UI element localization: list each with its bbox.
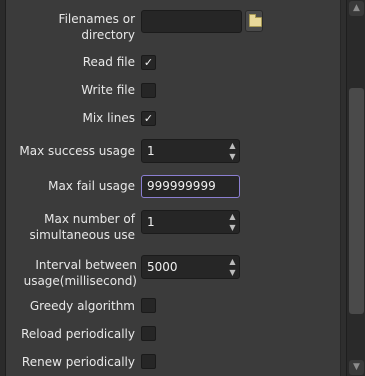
scroll-up-button[interactable]: ▲ (349, 1, 364, 16)
max-simul-label: Max number of simultaneous use (20, 211, 135, 243)
arrow-down-icon: ▼ (353, 362, 360, 372)
max-fail-value: 999999999 (147, 179, 216, 193)
max-simul-value: 1 (147, 215, 155, 229)
checkmark-icon: ✓ (143, 112, 154, 125)
spin-down-icon[interactable]: ▼ (226, 151, 239, 162)
max-fail-label: Max fail usage (48, 179, 135, 193)
interval-spinbox[interactable]: 5000 ▲ ▼ (141, 255, 240, 279)
mix-lines-label: Mix lines (82, 111, 135, 125)
arrow-up-icon: ▲ (353, 3, 360, 13)
renew-checkbox[interactable] (141, 354, 156, 369)
spin-up-icon[interactable]: ▲ (226, 140, 239, 151)
reload-checkbox[interactable] (141, 326, 156, 341)
filenames-input[interactable] (141, 10, 242, 33)
read-file-label: Read file (82, 55, 135, 69)
max-success-value: 1 (147, 144, 155, 158)
max-success-label: Max success usage (19, 144, 135, 158)
max-success-spinbox[interactable]: 1 ▲ ▼ (141, 139, 240, 163)
left-border (0, 0, 6, 376)
max-simul-label-line1: Max number of (44, 212, 135, 226)
interval-value: 5000 (147, 260, 178, 274)
checkmark-icon: ✓ (143, 56, 154, 69)
browse-folder-button[interactable] (245, 10, 263, 32)
write-file-label: Write file (81, 83, 135, 97)
max-simul-spinbox[interactable]: 1 ▲ ▼ (141, 210, 240, 234)
write-file-checkbox[interactable] (141, 83, 156, 98)
spin-up-icon[interactable]: ▲ (226, 211, 239, 222)
mix-lines-checkbox[interactable]: ✓ (141, 111, 156, 126)
read-file-checkbox[interactable]: ✓ (141, 55, 156, 70)
spin-down-icon[interactable]: ▼ (226, 267, 239, 278)
max-simul-label-line2: simultaneous use (29, 228, 135, 242)
reload-label: Reload periodically (21, 327, 135, 341)
spin-down-icon[interactable]: ▼ (226, 222, 239, 233)
vertical-scrollbar[interactable]: ▲ ▼ (346, 0, 365, 376)
scroll-thumb[interactable] (349, 88, 364, 314)
max-fail-input[interactable]: 999999999 (141, 175, 240, 198)
greedy-label: Greedy algorithm (29, 299, 135, 313)
interval-label-line1: Interval between (35, 258, 137, 272)
scroll-down-button[interactable]: ▼ (349, 360, 364, 375)
scroll-track[interactable] (349, 18, 364, 357)
filenames-label: Filenames or directory (20, 11, 135, 43)
renew-label: Renew periodically (21, 355, 135, 369)
greedy-checkbox[interactable] (141, 298, 156, 313)
spin-up-icon[interactable]: ▲ (226, 256, 239, 267)
interval-label: Interval between usage(millisecond) (10, 257, 137, 289)
interval-label-line2: usage(millisecond) (23, 274, 137, 288)
filenames-label-line1: Filenames or (58, 12, 135, 26)
folder-icon (249, 14, 262, 27)
filenames-label-line2: directory (81, 28, 135, 42)
